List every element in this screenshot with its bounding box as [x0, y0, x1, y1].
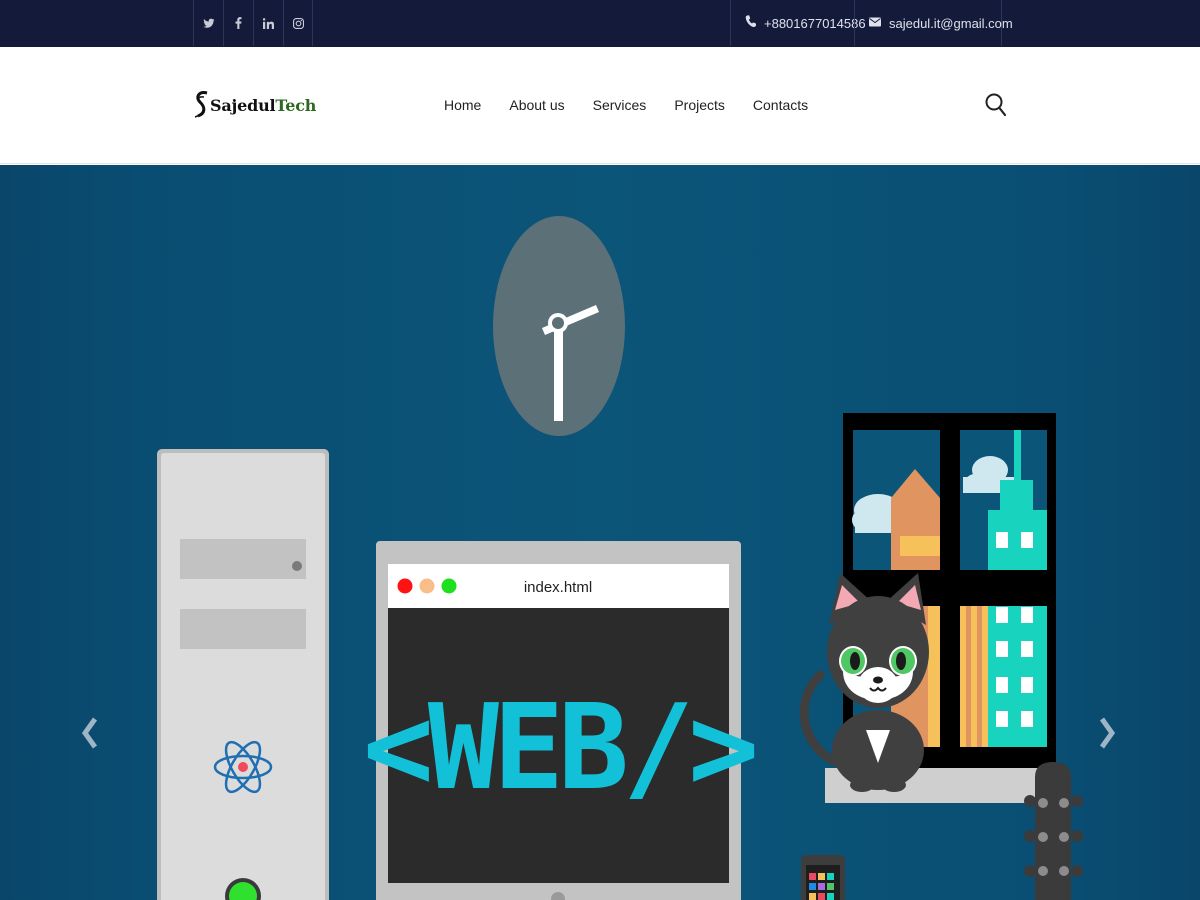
logo-accent-text: Tech — [275, 95, 317, 115]
search-icon[interactable] — [984, 91, 1008, 119]
hero-banner: index.html <WEB/> — [0, 165, 1200, 900]
logo-mark-icon — [194, 91, 208, 118]
social-links — [193, 0, 313, 46]
carousel-next-arrow-icon[interactable] — [1094, 713, 1118, 753]
smartphone — [801, 855, 845, 900]
email-contact[interactable]: sajedul.it@gmail.com — [854, 0, 1013, 46]
envelope-icon — [869, 16, 881, 30]
phone-contact[interactable]: +8801677014586 — [730, 0, 866, 46]
nav-contacts[interactable]: Contacts — [753, 97, 808, 113]
site-header: SajedulTech Home About us Services Proje… — [0, 47, 1200, 164]
wall-clock — [493, 216, 625, 436]
nav-home[interactable]: Home — [444, 97, 481, 113]
cat-illustration — [799, 573, 929, 792]
twitter-icon[interactable] — [193, 0, 223, 46]
nav-projects[interactable]: Projects — [674, 97, 725, 113]
site-logo[interactable]: SajedulTech — [192, 89, 316, 121]
carousel-prev-arrow-icon[interactable] — [79, 713, 103, 753]
nav-about-us[interactable]: About us — [509, 97, 564, 113]
monitor: index.html <WEB/> — [363, 541, 760, 900]
linkedin-icon[interactable] — [253, 0, 283, 46]
web-code-text: <WEB/> — [363, 678, 754, 816]
nav-services[interactable]: Services — [593, 97, 647, 113]
phone-icon — [745, 15, 757, 31]
instagram-icon[interactable] — [283, 0, 313, 46]
top-bar: +8801677014586 sajedul.it@gmail.com — [0, 0, 1200, 47]
logo-main-text: Sajedul — [210, 95, 276, 115]
browser-tab-title: index.html — [524, 579, 592, 596]
facebook-icon[interactable] — [223, 0, 253, 46]
contact-info: +8801677014586 sajedul.it@gmail.com — [730, 0, 1013, 46]
main-nav: Home About us Services Projects Contacts — [430, 97, 822, 113]
pc-tower — [157, 449, 329, 900]
email-address: sajedul.it@gmail.com — [889, 15, 1013, 31]
logo-text: SajedulTech — [210, 96, 316, 115]
phone-number: +8801677014586 — [764, 15, 866, 31]
hero-illustration: index.html <WEB/> — [157, 216, 1083, 900]
